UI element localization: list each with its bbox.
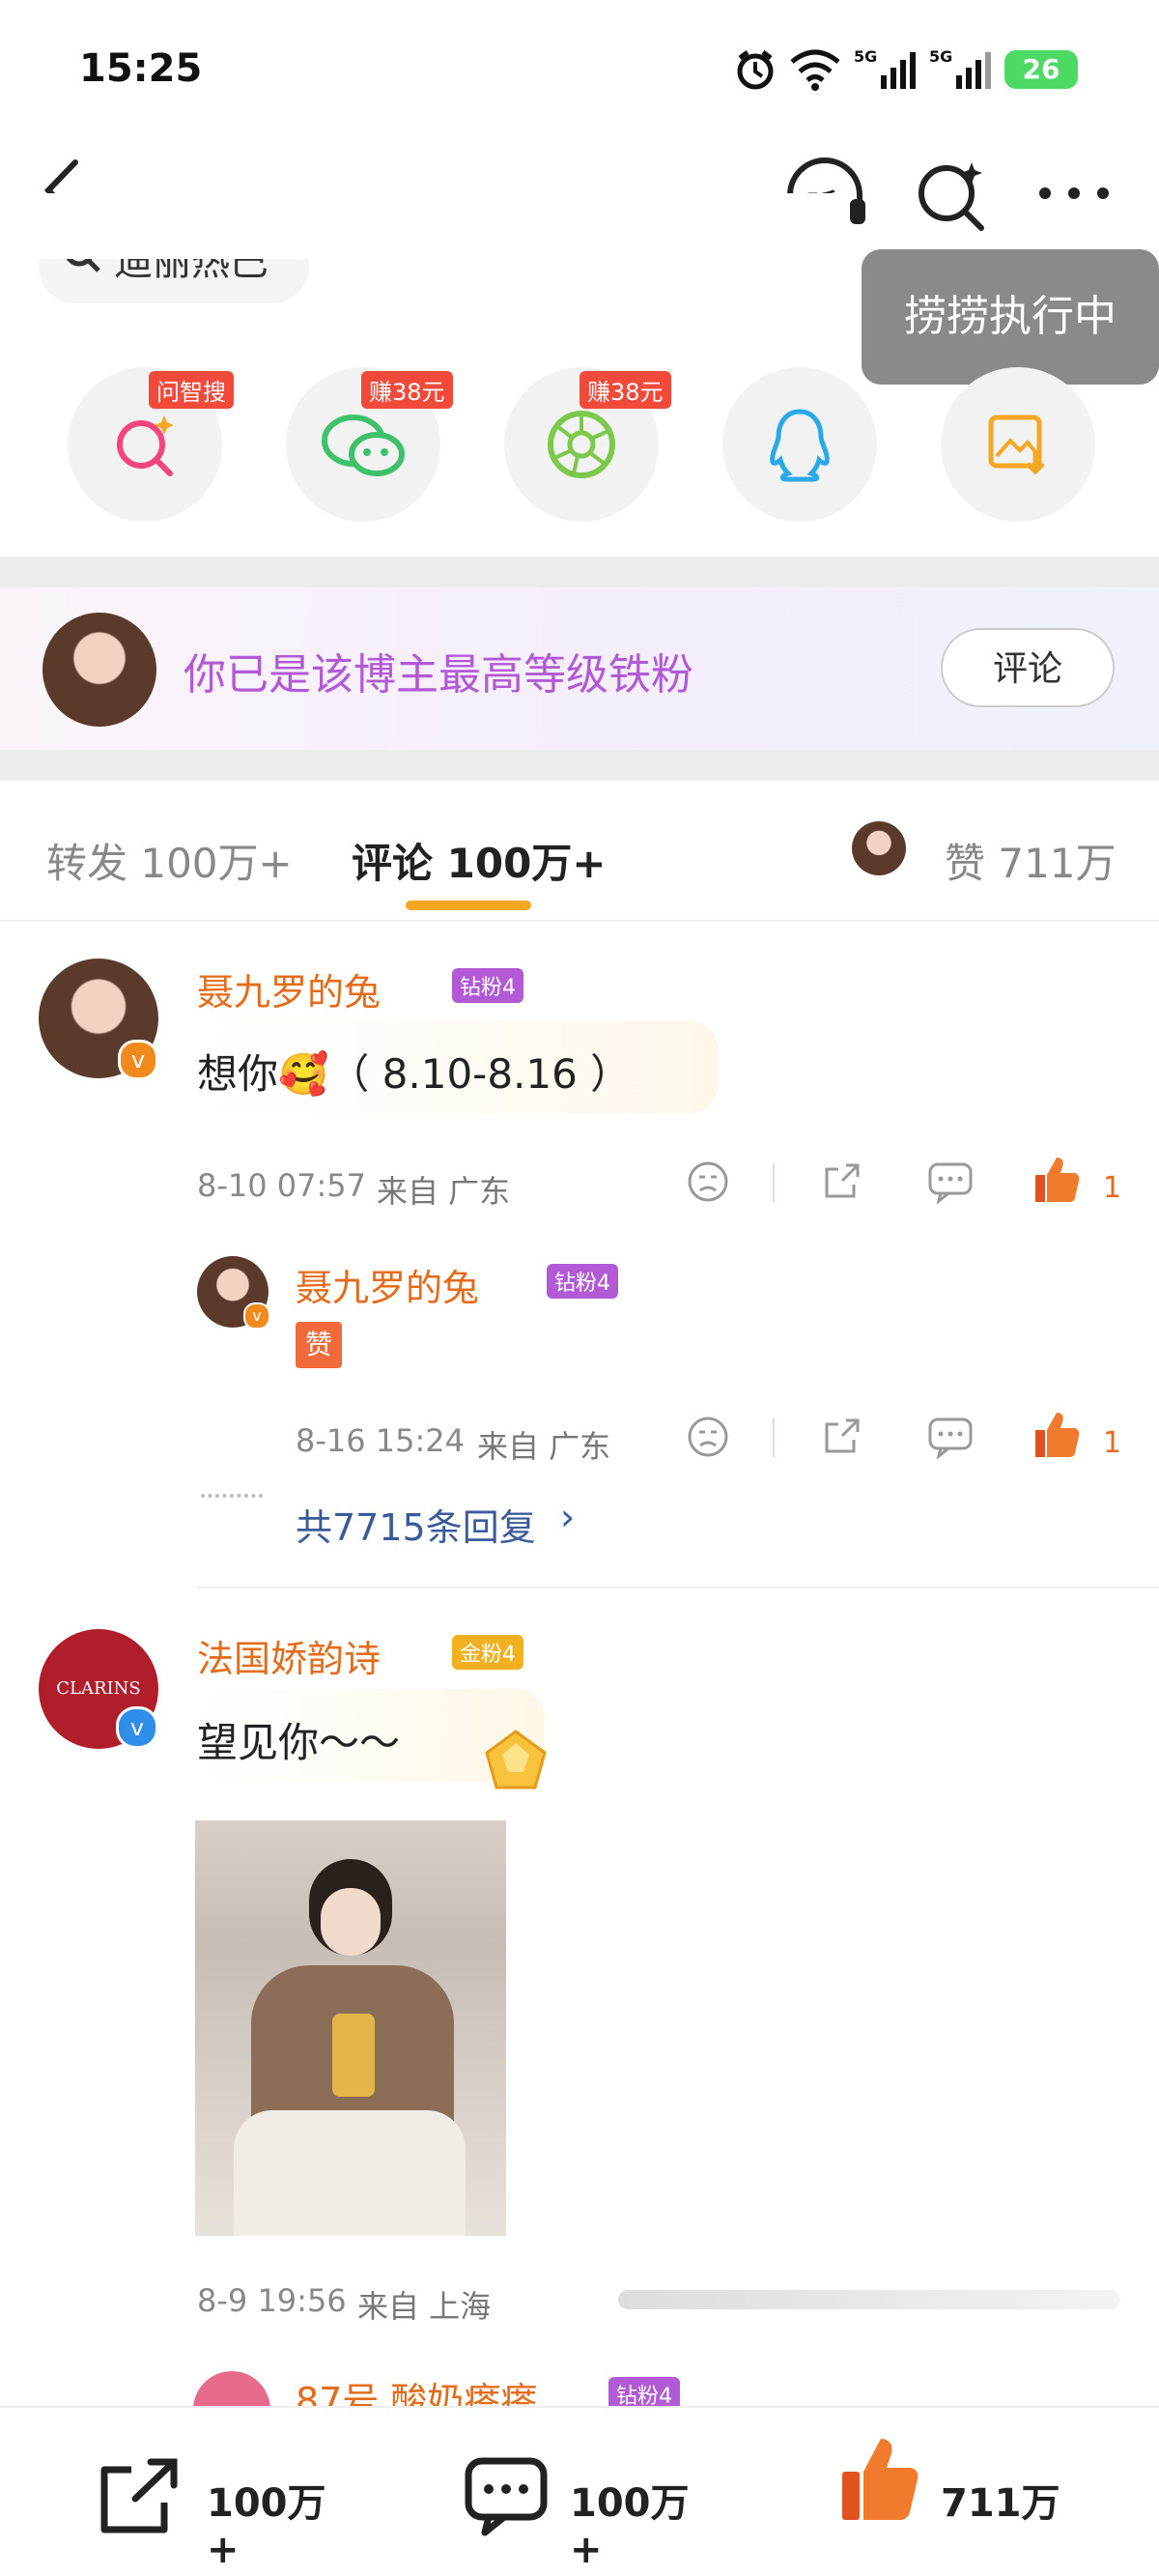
fan-status-banner: 你已是该博主最高等级铁粉 评论 (0, 587, 1159, 750)
image-product-bottle (332, 2014, 375, 2097)
reply-location: 来自 广东 (477, 1428, 611, 1465)
fan-banner-text: 你已是该博主最高等级铁粉 (184, 650, 693, 700)
dislike-icon[interactable] (686, 1159, 730, 1204)
banner-comment-button[interactable]: 评论 (941, 628, 1115, 707)
more-icon[interactable] (1037, 184, 1111, 203)
comment-time-2: 8-9 19:56 (197, 2282, 347, 2319)
verified-badge: v (118, 1040, 158, 1080)
comment-text-2: 望见你～～ (197, 1719, 401, 1766)
loading-placeholder (618, 2290, 1120, 2309)
tab-like-avatar (852, 821, 906, 875)
status-bar: 15:25 5G 5G 26 (0, 0, 1159, 135)
section-divider (0, 557, 1159, 587)
crown-sticker-icon (485, 1730, 547, 1789)
reply-action-divider (773, 1418, 775, 1457)
comment-location-2: 来自 上海 (357, 2288, 492, 2325)
wifi-icon (790, 49, 840, 91)
share-qq-button[interactable] (722, 367, 877, 522)
reply-time: 8-16 15:24 (296, 1422, 466, 1459)
more-replies-dots (201, 1494, 263, 1498)
battery-indicator: 26 (1004, 50, 1078, 89)
comment-username[interactable]: 聂九罗的兔 (197, 962, 381, 1016)
fan-level-tag-2: 金粉4 (452, 1635, 523, 1670)
share-badge-ai: 问智搜 (149, 371, 234, 409)
bottom-comment-count: 100万+ (570, 2481, 690, 2572)
tab-like[interactable]: 赞 711万 (945, 831, 1117, 890)
ai-search-icon[interactable] (914, 157, 991, 234)
verified-badge-blue: v (116, 1706, 158, 1749)
comment-image[interactable] (195, 1820, 506, 2236)
like-filled-icon (842, 2439, 919, 2520)
comment-icon (465, 2457, 548, 2536)
bottom-repost-count: 100万+ (207, 2481, 326, 2572)
banner-avatar (42, 613, 156, 727)
comment-time: 8-10 07:57 (197, 1167, 367, 1204)
action-divider (773, 1163, 775, 1202)
comment-item-2: CLARINS v 法国娇韵诗 金粉4 望见你～～ 8-9 19:56 来自 上… (0, 1623, 1159, 2325)
reply-dislike-icon[interactable] (686, 1415, 730, 1459)
reply-verified-badge: v (243, 1302, 270, 1330)
reply-like-count: 1 (1103, 1426, 1122, 1460)
more-replies-chevron-icon[interactable]: › (560, 1496, 575, 1538)
bottom-like-count: 711万 (941, 2481, 1060, 2526)
moments-icon (548, 411, 615, 478)
more-replies-link[interactable]: 共7715条回复 (296, 1498, 536, 1551)
bottom-like-button[interactable]: 711万 (838, 2433, 1089, 2539)
comment-username-2[interactable]: 法国娇韵诗 (197, 1629, 381, 1682)
comment-text: 想你🥰（ 8.10-8.16 ） (197, 1050, 632, 1098)
tab-active-indicator (406, 901, 531, 910)
share-icon[interactable] (819, 1159, 863, 1204)
comment-item: v 聂九罗的兔 钻粉4 想你🥰（ 8.10-8.16 ） 8-10 07:57 … (0, 957, 1159, 1575)
qq-icon (770, 409, 830, 482)
ai-search-share-icon (117, 415, 174, 476)
fan-level-tag-3: 钻粉4 (608, 2377, 680, 2406)
wechat-icon (322, 415, 405, 476)
save-image-icon (988, 415, 1045, 475)
signal-5g-icon-2: 5G (929, 47, 991, 89)
search-pill-mask (0, 193, 850, 259)
status-time: 15:25 (79, 46, 203, 91)
bottom-repost-button[interactable]: 100万+ (97, 2443, 348, 2572)
bottom-action-bar: 100万+ 100万+ 711万 (0, 2406, 1159, 2576)
svg-text:5G: 5G (929, 47, 952, 66)
fan-level-tag: 钻粉4 (452, 968, 523, 1003)
comment-location: 来自 广东 (377, 1173, 511, 1210)
like-icon[interactable] (1033, 1154, 1082, 1204)
bottom-comment-button[interactable]: 100万+ (464, 2443, 715, 2572)
reply-icon[interactable] (927, 1161, 974, 1204)
svg-text:5G: 5G (854, 47, 877, 66)
reply-fan-level-tag: 钻粉4 (547, 1264, 618, 1299)
reply-share-icon[interactable] (819, 1415, 863, 1459)
comment-item-3: 87号 酸奶瘩瘩 钻粉4 (0, 2365, 1159, 2406)
share-badge-wechat: 赚38元 (361, 371, 453, 409)
repost-icon (100, 2458, 178, 2533)
comment-avatar-3[interactable] (193, 2371, 270, 2406)
reply-reply-icon[interactable] (927, 1417, 974, 1459)
alarm-icon (737, 50, 774, 90)
reply-like-sticker: 赞 (296, 1322, 342, 1368)
toast-message: 捞捞执行中 (862, 249, 1159, 385)
tab-comment[interactable]: 评论 100万+ (352, 831, 607, 890)
reply-username[interactable]: 聂九罗的兔 (296, 1258, 479, 1311)
comment-username-3[interactable]: 87号 酸奶瘩瘩 (296, 2371, 537, 2406)
image-figure-face (321, 1888, 381, 1956)
like-count: 1 (1103, 1171, 1122, 1205)
tab-repost[interactable]: 转发 100万+ (46, 831, 293, 890)
share-save-image-button[interactable] (941, 367, 1095, 522)
share-badge-moments: 赚38元 (580, 371, 671, 409)
reply-like-icon[interactable] (1033, 1409, 1082, 1459)
image-figure-legs (234, 2110, 466, 2236)
section-divider-2 (0, 750, 1159, 781)
comment-divider (197, 1587, 1159, 1589)
signal-5g-icon: 5G (854, 47, 916, 89)
